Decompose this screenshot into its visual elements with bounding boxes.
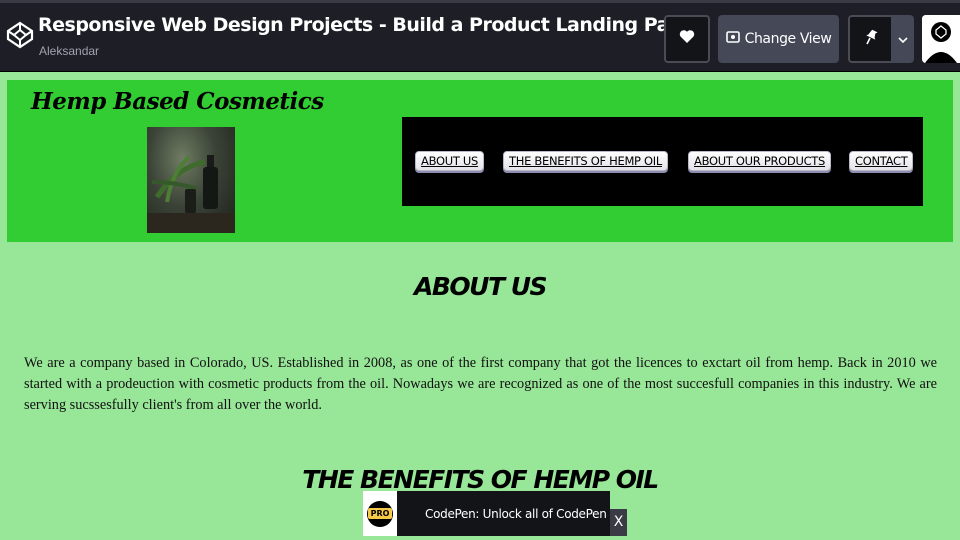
pro-badge-icon: PRO xyxy=(363,491,397,536)
codepen-topbar: Responsive Web Design Projects - Build a… xyxy=(0,0,960,72)
codepen-pro-promo[interactable]: PRO CodePen: Unlock all of CodePen xyxy=(363,491,610,536)
change-view-label: Change View xyxy=(744,31,832,47)
promo-close-button[interactable]: X xyxy=(610,509,627,536)
about-heading: ABOUT US xyxy=(413,272,548,301)
user-avatar-icon xyxy=(922,15,960,63)
about-paragraph: We are a company based in Colorado, US. … xyxy=(24,355,937,413)
chevron-down-icon xyxy=(897,30,908,48)
nav-link-about-us[interactable]: ABOUT US xyxy=(415,151,485,171)
pen-title[interactable]: Responsive Web Design Projects - Build a… xyxy=(38,14,695,36)
heart-icon xyxy=(679,29,695,49)
brand-logo-text: Hemp Based Cosmetics xyxy=(31,88,324,115)
benefits-heading: THE BENEFITS OF HEMP OIL xyxy=(302,465,659,494)
pin-menu-button[interactable] xyxy=(891,15,914,63)
pin-button[interactable] xyxy=(848,15,891,63)
like-button[interactable] xyxy=(664,15,710,63)
pin-icon xyxy=(864,29,878,50)
nav-link-benefits[interactable]: THE BENEFITS OF HEMP OIL xyxy=(503,151,669,171)
nav-link-contact[interactable]: CONTACT xyxy=(849,151,914,171)
product-image xyxy=(147,127,235,233)
layout-icon xyxy=(725,31,740,47)
main-nav: ABOUT US THE BENEFITS OF HEMP OIL ABOUT … xyxy=(402,117,923,206)
codepen-logo-icon[interactable] xyxy=(6,21,34,49)
nav-link-products[interactable]: ABOUT OUR PRODUCTS xyxy=(688,151,832,171)
pro-badge-label: PRO xyxy=(367,508,393,519)
pen-author-link[interactable]: Aleksandar xyxy=(39,44,99,58)
site-header: Hemp Based Cosmetics ABOUT US THE BENEFI… xyxy=(7,80,953,242)
change-view-button[interactable]: Change View xyxy=(718,15,839,63)
user-avatar[interactable] xyxy=(922,15,960,63)
promo-text: CodePen: Unlock all of CodePen xyxy=(425,506,607,521)
